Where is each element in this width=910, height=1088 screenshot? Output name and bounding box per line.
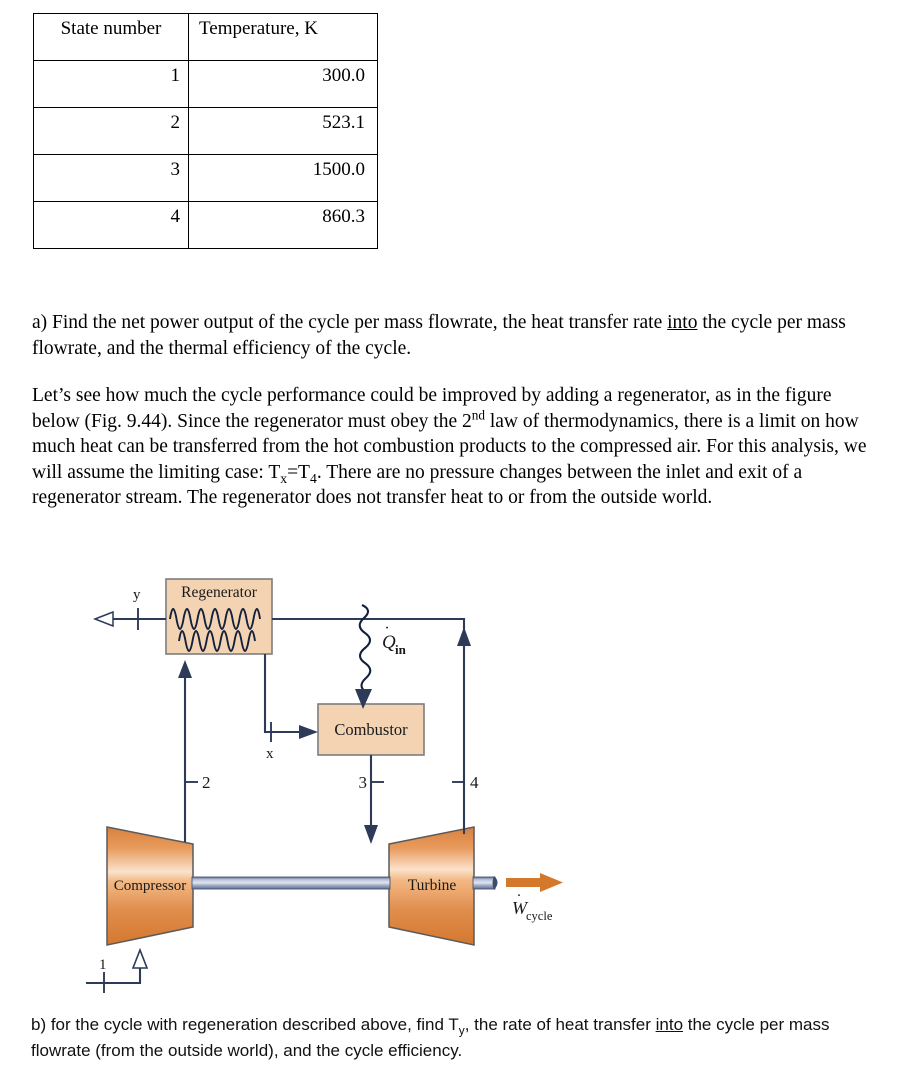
heat-input-squiggle: Q · in [355, 604, 407, 709]
shaft-cylinder [191, 876, 391, 890]
regenerator-block: Regenerator [165, 578, 273, 655]
intro-ordinal-nd: nd [471, 407, 485, 422]
turbine-label: Turbine [408, 877, 457, 894]
arrowhead-state-x [299, 725, 318, 739]
regenerator-intro-paragraph: Let’s see how much the cycle performance… [32, 383, 880, 511]
part-b-text-mid: , the rate of heat transfer [464, 1015, 656, 1034]
part-b-text-prefix: b) for the cycle with regeneration descr… [31, 1015, 459, 1034]
table-row: 2 523.1 [33, 107, 378, 155]
header-temperature: Temperature, K [188, 13, 378, 61]
arrowhead-state-1-hollow [131, 947, 149, 969]
label-state-1: 1 [99, 957, 107, 973]
arrowhead-state-y-hollow [92, 610, 114, 628]
label-state-4: 4 [470, 773, 479, 792]
turbine-block: Turbine [388, 826, 475, 946]
cell-temperature: 300.0 [188, 60, 378, 108]
cell-state-number: 4 [33, 201, 189, 249]
brayton-cycle-regenerator-diagram: Regenerator Combustor Compressor Turbine [0, 572, 910, 1002]
line-regenerator-to-combustor [263, 654, 310, 734]
cell-temperature: 523.1 [188, 107, 378, 155]
table-header-row: State number Temperature, K [33, 13, 378, 61]
intro-subscript-4: 4 [309, 470, 317, 486]
compressor-label: Compressor [114, 878, 187, 894]
header-state-number: State number [33, 13, 189, 61]
part-a-text-prefix: a) Find the net power output of the cycl… [32, 312, 668, 333]
heat-in-overdot: · [384, 620, 389, 637]
work-subscript: cycle [526, 909, 553, 923]
regenerator-label: Regenerator [181, 584, 258, 601]
label-state-x: x [266, 746, 274, 762]
table-row: 1 300.0 [33, 60, 378, 108]
cell-temperature: 860.3 [188, 201, 378, 249]
label-state-3: 3 [359, 773, 368, 792]
combustor-label: Combustor [334, 720, 408, 739]
table-row: 3 1500.0 [33, 154, 378, 202]
cell-temperature: 1500.0 [188, 154, 378, 202]
combustor-block: Combustor [317, 703, 425, 756]
work-arrow-shaft [506, 878, 541, 887]
compressor-block: Compressor [106, 826, 194, 946]
heat-in-subscript: in [395, 642, 407, 657]
intro-segment-3: =T [287, 461, 310, 483]
question-part-a: a) Find the net power output of the cycl… [32, 310, 874, 361]
cell-state-number: 3 [33, 154, 189, 202]
arrowhead-state-3 [364, 825, 378, 844]
cell-state-number: 1 [33, 60, 189, 108]
state-table-container: State number Temperature, K 1 300.0 2 52… [33, 13, 378, 249]
question-part-b: b) for the cycle with regeneration descr… [31, 1012, 871, 1064]
work-overdot: · [517, 888, 522, 904]
part-b-underlined-into: into [655, 1015, 684, 1034]
label-state-y: y [133, 587, 141, 603]
work-arrow-icon [506, 873, 563, 892]
arrowhead-state-2 [178, 660, 192, 678]
line-state-1-to-compressor [86, 959, 142, 985]
shaft-output-stub [472, 876, 496, 890]
state-tick-marks [103, 608, 465, 993]
cell-state-number: 2 [33, 107, 189, 155]
label-state-2: 2 [202, 773, 211, 792]
table-body: 1 300.0 2 523.1 3 1500.0 4 860.3 [33, 60, 378, 249]
state-temperature-table: State number Temperature, K 1 300.0 2 52… [33, 13, 378, 249]
work-output: W · cycle [506, 873, 563, 923]
shaft-end-cap [492, 876, 498, 890]
part-a-underlined-into: into [667, 312, 698, 333]
table-row: 4 860.3 [33, 201, 378, 249]
arrowhead-state-4 [457, 627, 471, 646]
work-arrow-head [540, 873, 563, 892]
